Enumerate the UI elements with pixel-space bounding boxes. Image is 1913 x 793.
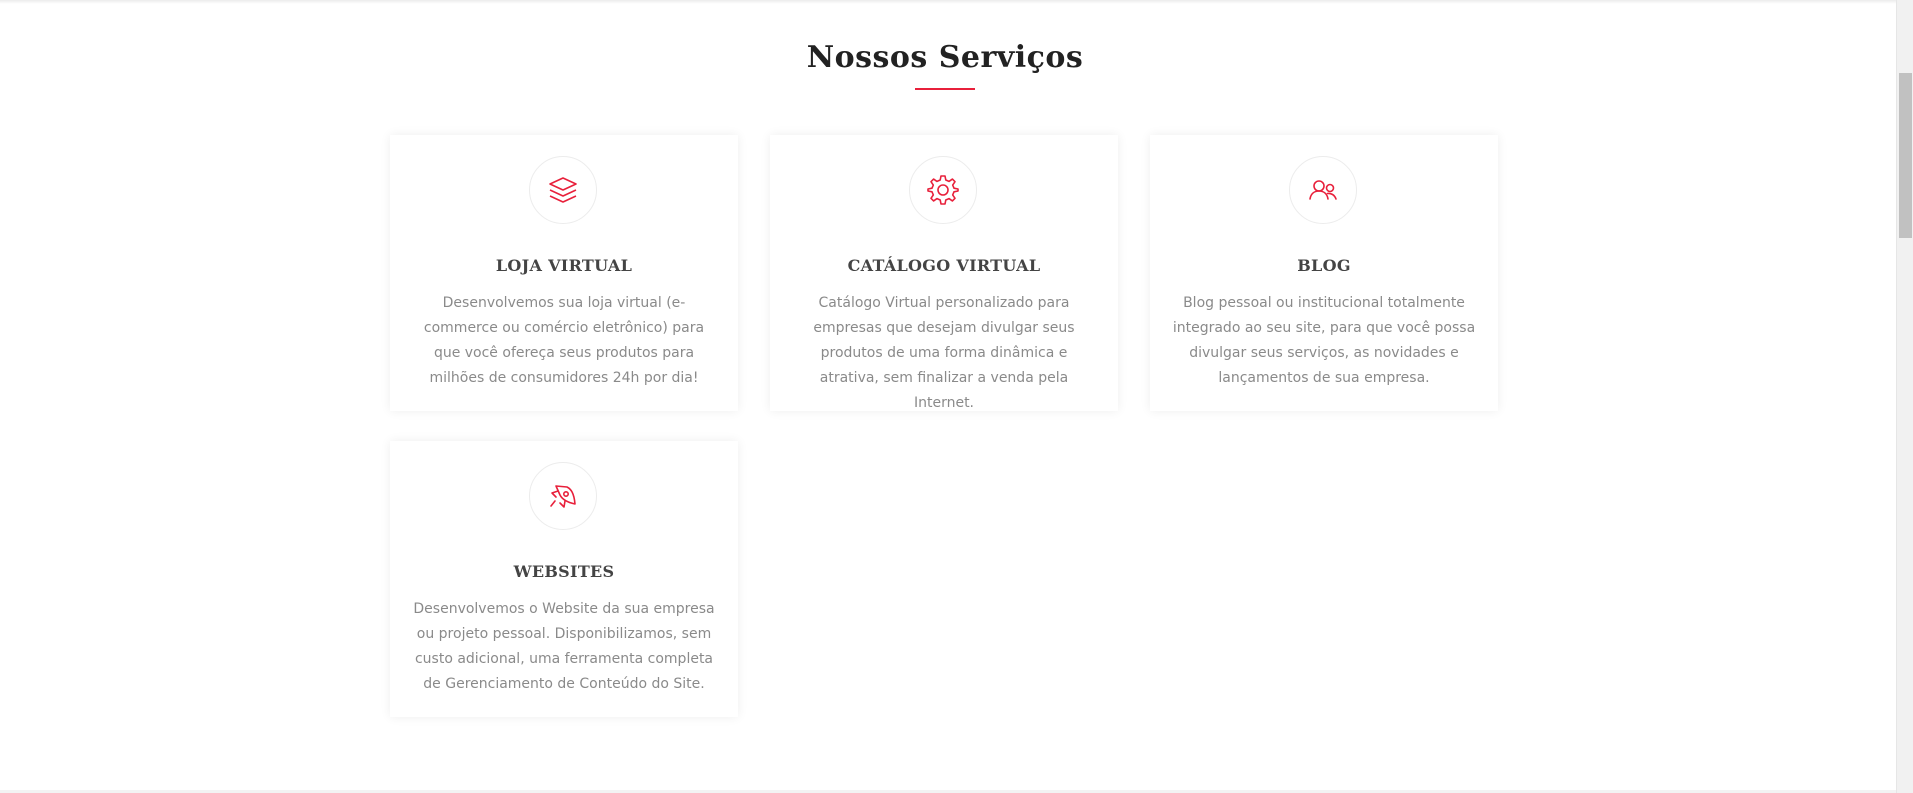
service-card-catalogo-virtual: CATÁLOGO VIRTUAL Catálogo Virtual person… [770, 135, 1118, 411]
service-description: Catálogo Virtual personalizado para empr… [813, 295, 1075, 411]
page-scrollbar[interactable] [1896, 0, 1913, 793]
rocket-icon [529, 462, 597, 530]
service-card-loja-virtual: LOJA VIRTUAL Desenvolvemos sua loja virt… [390, 135, 738, 411]
section-title: Nossos Serviços [806, 40, 1084, 75]
service-card-websites: WEBSITES Desenvolvemos o Website da sua … [390, 441, 738, 717]
service-title: LOJA VIRTUAL [495, 256, 633, 275]
header-shadow [0, 0, 1896, 4]
service-title: CATÁLOGO VIRTUAL [847, 256, 1041, 275]
scrollbar-thumb[interactable] [1899, 73, 1912, 238]
service-title: BLOG [1297, 256, 1351, 275]
service-card-blog: BLOG Blog pessoal ou institucional total… [1150, 135, 1498, 411]
service-description: Desenvolvemos o Website da sua empresa o… [413, 601, 715, 692]
service-title: WEBSITES [513, 562, 615, 581]
service-description: Desenvolvemos sua loja virtual (e-commer… [423, 295, 705, 386]
service-description: Blog pessoal ou institucional totalmente… [1172, 295, 1476, 386]
users-icon [1289, 156, 1357, 224]
title-underline [915, 88, 975, 90]
layers-icon [529, 156, 597, 224]
gear-icon [909, 156, 977, 224]
